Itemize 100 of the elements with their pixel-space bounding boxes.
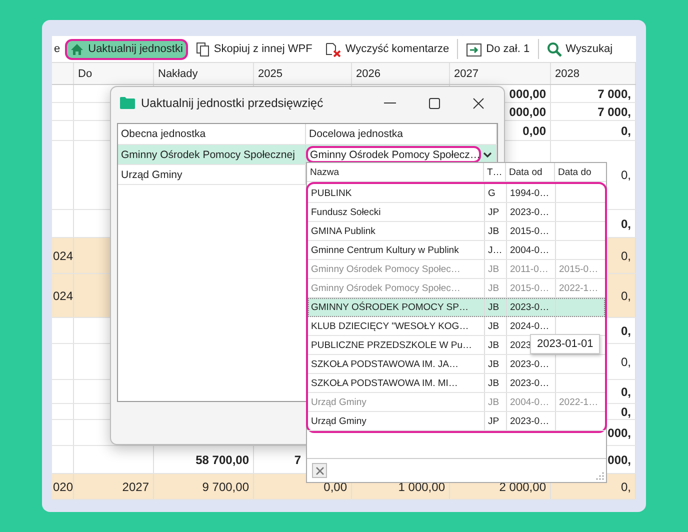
column-header[interactable]: Data do [555,163,604,181]
chevron-down-icon[interactable] [483,152,492,158]
column-header[interactable]: 2027 [450,63,551,84]
toolbar-button[interactable]: Do zał. 1 [461,38,535,60]
column-header[interactable]: 2026 [352,63,450,84]
table-cell: SZKOŁA PODSTAWOWA IM. MI… [311,378,458,388]
search-icon [546,42,562,56]
toolbar-button[interactable]: Wyszukaj [542,38,618,60]
column-header[interactable]: T… [484,163,506,181]
list-row[interactable]: GMINNY OŚRODEK POMOCY SP… JB 2023-0… [308,298,605,317]
minimize-icon[interactable] [384,102,396,104]
column-header[interactable]: 2028 [551,63,636,84]
table-cell: 7 000, [598,86,631,100]
table-cell: GMINA Publink [311,226,376,236]
copy-icon [196,42,210,56]
table-cell: JB [488,340,500,350]
list-row[interactable]: PUBLINK G 1994-0… [308,184,605,203]
close-icon [316,466,324,474]
column-header[interactable]: Docelowa jednostka [306,124,497,144]
table-cell: 024 [53,248,73,262]
list-row[interactable]: Fundusz Sołecki JP 2023-0… [308,203,605,222]
column-header[interactable]: Data od [506,163,555,181]
table-cell: Urząd Gminy [311,396,366,408]
table-cell: JB [488,396,500,408]
table-cell: 2023-0… [510,302,550,312]
list-row[interactable]: SZKOŁA PODSTAWOWA IM. JA… JB 2023-0… [308,355,605,374]
table-cell: 024 [53,288,73,302]
table-cell: JP [488,416,500,426]
table-cell: KLUB DZIECIĘCY "WESOŁY KOG… [311,320,469,332]
table-cell: Fundusz Sołecki [311,206,381,218]
tooltip: 2023-01-01 [530,334,600,354]
maximize-icon[interactable] [429,98,440,108]
toolbar-button[interactable]: e [52,41,62,57]
table-cell: 000, [608,426,631,440]
list-row[interactable]: GMINA Publink JB 2015-0… [308,222,605,241]
table-cell: 0, [620,324,631,338]
table-cell: 0, [620,124,631,138]
table-cell: 2022-1… [559,282,598,294]
table-cell: 0, [620,168,631,182]
table-cell: 0, [620,216,631,230]
table-cell: 1994-0… [510,188,550,198]
table-cell: 000,00 [509,86,546,100]
list-row[interactable]: Urząd Gminy JP 2023-0… [308,412,605,431]
table-cell: 0, [620,480,631,494]
dropdown-field[interactable]: Gminny Ośrodek Pomocy Społecz… [306,146,482,163]
table-cell: 2015-0… [510,282,550,294]
column-header[interactable]: Nakłady [154,63,254,84]
toolbar-button[interactable]: Wyczyść komentarze [320,38,454,60]
table-cell: JB [488,302,500,312]
table-cell: Urząd Gminy [121,168,182,180]
table-cell: 0, [620,404,631,418]
table-cell: 58 700,00 [196,452,249,466]
house-icon [70,42,84,56]
table-cell: Gminne Centrum Kultury w Publink [311,244,459,256]
column-header[interactable]: Nazwa [307,163,484,181]
table-cell: 0, [620,288,631,302]
table-cell: 000,00 [509,104,546,118]
close-icon[interactable] [473,98,484,108]
list-row[interactable]: SZKOŁA PODSTAWOWA IM. MI… JB 2023-0… [308,374,605,393]
table-cell: 2004-0… [510,396,550,408]
table-cell: 2024-0… [510,320,550,332]
window-title: Uaktualnij jednostki przedsięwzięć [141,96,324,110]
table-row[interactable]: Gminny Ośrodek Pomocy Społecznej Gminny Ośrodek Pomocy Społecz… [118,145,497,165]
table-cell: 2015-0… [559,264,598,274]
table-cell: 2015-0… [510,226,550,236]
table-cell: 7 000, [598,104,631,118]
table-cell: 2027 [122,480,149,494]
table-cell: 0,00 [522,124,546,138]
table-cell: 2023-0… [510,416,550,426]
table-cell: 0, [620,354,631,368]
table-cell: 2011-0… [510,264,548,274]
table-cell: Gminny Ośrodek Pomocy Społec… [311,264,460,274]
table-cell: JB [488,264,500,274]
toolbar-button[interactable]: Skopiuj z innej WPF [190,38,318,60]
column-header[interactable]: Do [74,63,154,84]
table-cell: 0,00 [324,480,347,494]
resize-grip-icon[interactable] [596,472,604,480]
table-cell: 2023-0… [510,206,550,218]
table-cell: JB [488,358,500,370]
column-header[interactable]: 2025 [254,63,352,84]
table-cell: PUBLINK [311,188,352,198]
list-row[interactable]: Gminne Centrum Kultury w Publink J… 2004-0… [308,241,605,260]
table-cell: JP [488,206,500,218]
table-cell: 0, [620,248,631,262]
table-cell: 7 [294,452,301,466]
table-cell: GMINNY OŚRODEK POMOCY SP… [311,302,468,312]
table-cell: JB [488,320,500,332]
clear-button[interactable] [312,463,327,478]
table-cell: Urząd Gminy [311,416,366,426]
column-header[interactable]: Obecna jednostka [118,124,306,144]
table-cell: 2023-0… [510,358,550,370]
document-delete-icon [325,42,342,56]
table-cell: Gminny Ośrodek Pomocy Społecznej [121,148,295,160]
table-cell: G [488,188,496,198]
table-cell: SZKOŁA PODSTAWOWA IM. JA… [311,358,458,370]
table-cell: JB [488,226,500,236]
toolbar-button[interactable]: Uaktualnij jednostki [65,38,188,60]
table-cell: 2022-1… [559,396,598,408]
table-cell: 2004-0… [510,244,550,256]
folder-icon [120,97,135,109]
